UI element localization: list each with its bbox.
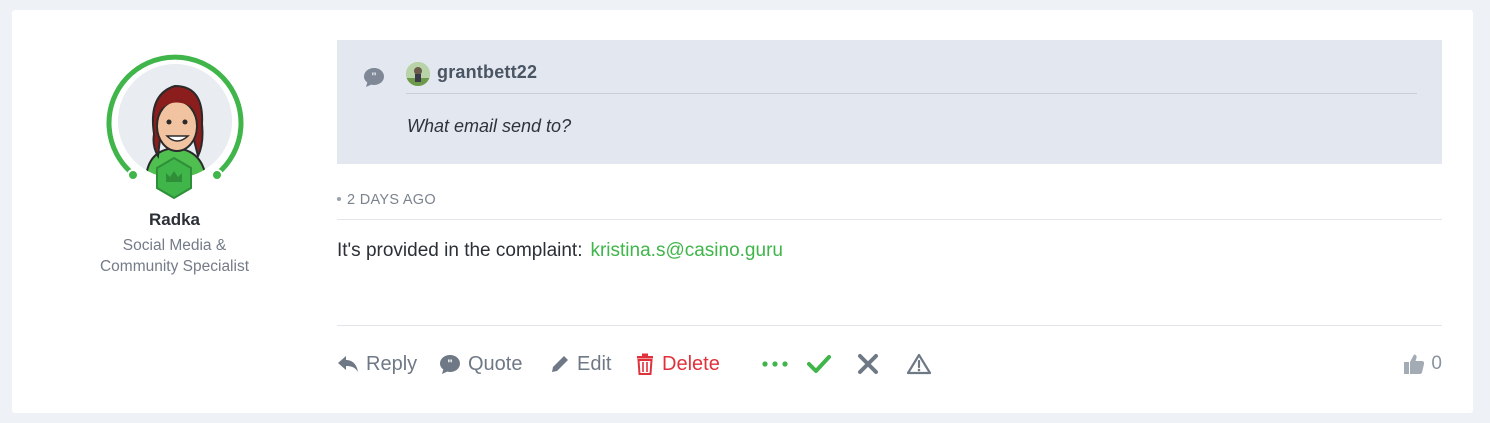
author-panel: Radka Social Media & Community Specialis… — [12, 10, 337, 413]
quoted-text: What email send to? — [407, 116, 572, 136]
author-role-line2: Community Specialist — [99, 258, 250, 275]
quote-label: Quote — [468, 352, 523, 375]
pencil-icon — [552, 356, 568, 372]
email-link[interactable]: kristina.s@casino.guru — [590, 240, 782, 261]
report-button[interactable] — [905, 350, 933, 378]
more-button[interactable] — [761, 350, 789, 378]
comment-card: Radka Social Media & Community Specialis… — [12, 10, 1473, 413]
check-icon — [807, 355, 831, 373]
reject-button[interactable] — [856, 350, 880, 378]
actions-divider — [337, 325, 1442, 326]
trash-icon — [637, 353, 653, 375]
delete-label: Delete — [662, 352, 720, 375]
like-count: 0 — [1431, 353, 1442, 374]
author-role-line1: Social Media & — [122, 237, 227, 254]
edit-button[interactable]: Edit — [550, 346, 611, 382]
delete-button[interactable]: Delete — [635, 346, 720, 382]
reply-button[interactable]: Reply — [337, 346, 417, 382]
author-avatar[interactable] — [104, 52, 246, 200]
post-timestamp[interactable]: 2 DAYS AGO — [347, 192, 436, 208]
post-body: It's provided in the complaint: kristina.… — [337, 240, 783, 262]
post-meta: 2 DAYS AGO — [337, 192, 436, 208]
svg-text:": " — [371, 71, 376, 83]
quoted-user-avatar[interactable] — [406, 62, 430, 86]
crown-badge-icon — [156, 156, 192, 200]
quote-button[interactable]: " Quote — [439, 346, 522, 382]
quoted-username[interactable]: grantbett22 — [437, 62, 537, 83]
x-icon — [858, 354, 878, 374]
author-role: Social Media & Community Specialist — [12, 235, 337, 277]
like-button[interactable]: 0 — [1403, 346, 1442, 382]
meta-divider — [337, 219, 1442, 220]
post-body-text: It's provided in the complaint: — [337, 240, 583, 261]
thumbs-up-icon — [1404, 354, 1425, 374]
svg-text:": " — [447, 358, 452, 370]
reply-icon — [338, 356, 358, 372]
quote-icon: " — [440, 355, 460, 374]
edit-label: Edit — [577, 352, 612, 375]
quote-divider — [406, 93, 1417, 94]
approve-button[interactable] — [807, 350, 831, 378]
quote-bubble-icon: " — [364, 68, 384, 87]
warning-icon — [906, 353, 932, 375]
ellipsis-icon — [762, 361, 788, 367]
author-name[interactable]: Radka — [12, 210, 337, 230]
meta-dot — [337, 196, 341, 201]
post-actions: Reply " Quote Edit Delete 0 — [337, 346, 1442, 382]
quoted-message: " grantbett22 What email send to? — [337, 40, 1442, 164]
reply-label: Reply — [366, 352, 418, 375]
